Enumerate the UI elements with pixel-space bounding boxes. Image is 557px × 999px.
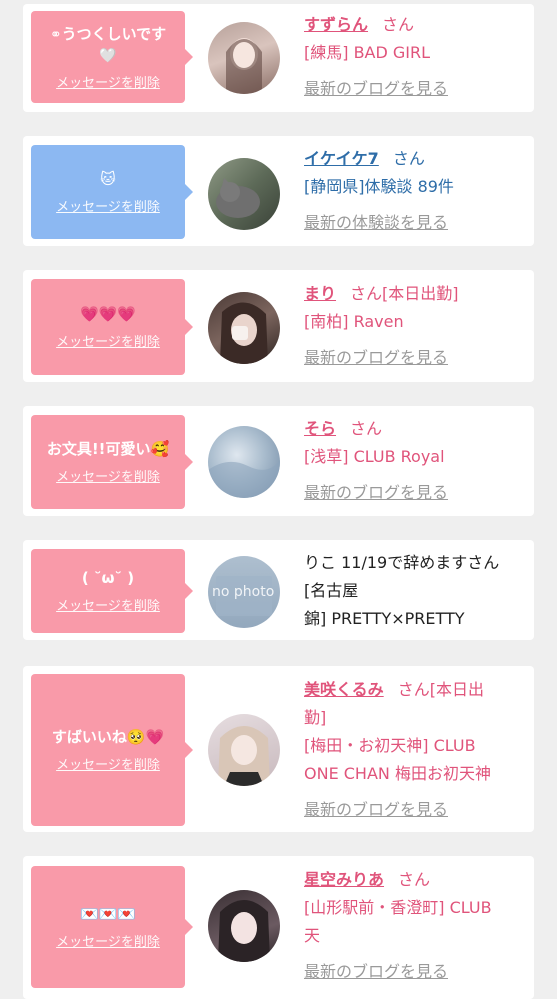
latest-review-link[interactable]: 最新の体験談を見る	[304, 213, 448, 232]
message-bubble: 🐱 メッセージを削除	[31, 145, 193, 239]
message-card: ( ˘ω˘ ) メッセージを削除 no photo りこ 11/19で辞めますさ…	[23, 540, 534, 640]
latest-blog-link[interactable]: 最新のブログを見る	[304, 79, 448, 98]
delete-message-link[interactable]: メッセージを削除	[56, 595, 160, 614]
no-photo-text: no photo	[212, 584, 275, 600]
status-badge: [本日出勤]	[382, 284, 459, 303]
honorific: さん	[350, 284, 383, 303]
shop-area: [練馬] BAD GIRL	[304, 43, 431, 62]
shop-area: [浅草] CLUB Royal	[304, 447, 445, 466]
user-name-link[interactable]: まり	[304, 284, 336, 303]
user-name: りこ 11/19で辞めますさん	[304, 553, 500, 572]
avatar-photo	[226, 38, 262, 94]
cat-photo	[216, 178, 260, 218]
user-info: まり さん[本日出勤] [南柏] Raven 最新のブログを見る	[304, 280, 529, 372]
latest-blog-link[interactable]: 最新のブログを見る	[304, 800, 448, 819]
delete-message-link[interactable]: メッセージを削除	[56, 72, 160, 91]
message-text: ( ˘ω˘ )	[81, 569, 135, 587]
message-card: すばいいね🥺💗 メッセージを削除 美咲くるみ さん[本日出 勤] [梅田・お初天神…	[23, 666, 534, 832]
avatar[interactable]	[208, 158, 280, 230]
user-name-link[interactable]: 美咲くるみ	[304, 680, 384, 699]
message-card: 💗💗💗 メッセージを削除 まり さん[本日出勤] [南柏] Raven 最新のブロ…	[23, 270, 534, 382]
avatar-photo	[218, 900, 270, 962]
white-heart-icon: 🤍	[99, 47, 117, 64]
user-info: すずらん さん [練馬] BAD GIRL 最新のブログを見る	[304, 11, 529, 103]
delete-message-link[interactable]: メッセージを削除	[56, 331, 160, 350]
user-info: そら さん [浅草] CLUB Royal 最新のブログを見る	[304, 415, 529, 507]
message-card: 🐱 メッセージを削除 イケイケ7 さん [静岡県]体験談 89件 最新の体験談を見…	[23, 136, 534, 246]
handcuffs-icon: ⚭	[49, 26, 62, 43]
message-text: 💌💌💌	[79, 905, 137, 923]
latest-blog-link[interactable]: 最新のブログを見る	[304, 483, 448, 502]
message-bubble: お文具!!可愛い🥰 メッセージを削除	[31, 415, 193, 509]
message-bubble: すばいいね🥺💗 メッセージを削除	[31, 674, 193, 826]
user-info: りこ 11/19で辞めますさん [名古屋 錦] PRETTY×PRETTY	[304, 549, 529, 633]
message-text: 💗💗💗	[79, 305, 137, 323]
message-bubble: ( ˘ω˘ ) メッセージを削除	[31, 549, 193, 633]
message-bubble: 💗💗💗 メッセージを削除	[31, 279, 193, 375]
user-name-link[interactable]: 星空みりあ	[304, 870, 384, 889]
avatar-photo	[220, 302, 268, 364]
user-name-link[interactable]: すずらん	[304, 15, 368, 34]
delete-message-link[interactable]: メッセージを削除	[56, 466, 160, 485]
message-card: ⚭うつくしいです 🤍 メッセージを削除 すずらん さん [練馬] BAD GIRL …	[23, 4, 534, 112]
user-name-link[interactable]: そら	[304, 419, 336, 438]
message-card: お文具!!可愛い🥰 メッセージを削除 そら さん [浅草] CLUB Royal …	[23, 406, 534, 516]
honorific: さん	[398, 870, 431, 889]
honorific: さん	[397, 680, 430, 699]
honorific: さん	[392, 149, 425, 168]
shop-area-line2: ONE CHAN 梅田お初天神	[304, 764, 491, 783]
avatar[interactable]	[208, 714, 280, 786]
avatar-photo	[218, 726, 270, 786]
user-name-link[interactable]: イケイケ7	[304, 149, 379, 168]
message-text: すばいいね🥺💗	[51, 728, 165, 746]
shop-area-line1: [山形駅前・香澄町] CLUB	[304, 898, 492, 917]
message-text: お文具!!可愛い🥰	[46, 440, 170, 458]
message-text: ⚭うつくしいです 🤍	[49, 24, 167, 64]
honorific: さん	[382, 15, 415, 34]
area-review-count: [静岡県]体験談 89件	[304, 177, 454, 196]
message-text: 🐱	[100, 170, 116, 188]
shop-area-line1: [梅田・お初天神] CLUB	[304, 736, 476, 755]
delete-message-link[interactable]: メッセージを削除	[56, 754, 160, 773]
honorific: さん	[350, 419, 383, 438]
avatar[interactable]	[208, 426, 280, 498]
shop-area-line1: [名古屋	[304, 581, 359, 600]
shop-area-line2: 錦] PRETTY×PRETTY	[304, 609, 465, 628]
avatar[interactable]	[208, 22, 280, 94]
message-card: 💌💌💌 メッセージを削除 星空みりあ さん [山形駅前・香澄町] CLUB 天 最…	[23, 856, 534, 999]
avatar[interactable]	[208, 890, 280, 962]
shop-area: [南柏] Raven	[304, 312, 404, 331]
status-badge: [本日出	[429, 680, 484, 699]
latest-blog-link[interactable]: 最新のブログを見る	[304, 348, 448, 367]
message-bubble: ⚭うつくしいです 🤍 メッセージを削除	[31, 11, 193, 103]
avatar[interactable]: no photo	[208, 556, 280, 628]
avatar[interactable]	[208, 292, 280, 364]
delete-message-link[interactable]: メッセージを削除	[56, 196, 160, 215]
status-badge-continued: 勤]	[304, 708, 327, 727]
sky-photo	[208, 460, 280, 498]
message-bubble: 💌💌💌 メッセージを削除	[31, 866, 193, 988]
user-info: 美咲くるみ さん[本日出 勤] [梅田・お初天神] CLUB ONE CHAN 梅…	[304, 676, 529, 824]
user-info: イケイケ7 さん [静岡県]体験談 89件 最新の体験談を見る	[304, 145, 529, 237]
latest-blog-link[interactable]: 最新のブログを見る	[304, 962, 448, 981]
user-info: 星空みりあ さん [山形駅前・香澄町] CLUB 天 最新のブログを見る	[304, 866, 529, 986]
delete-message-link[interactable]: メッセージを削除	[56, 931, 160, 950]
shop-area-line2: 天	[304, 926, 321, 945]
